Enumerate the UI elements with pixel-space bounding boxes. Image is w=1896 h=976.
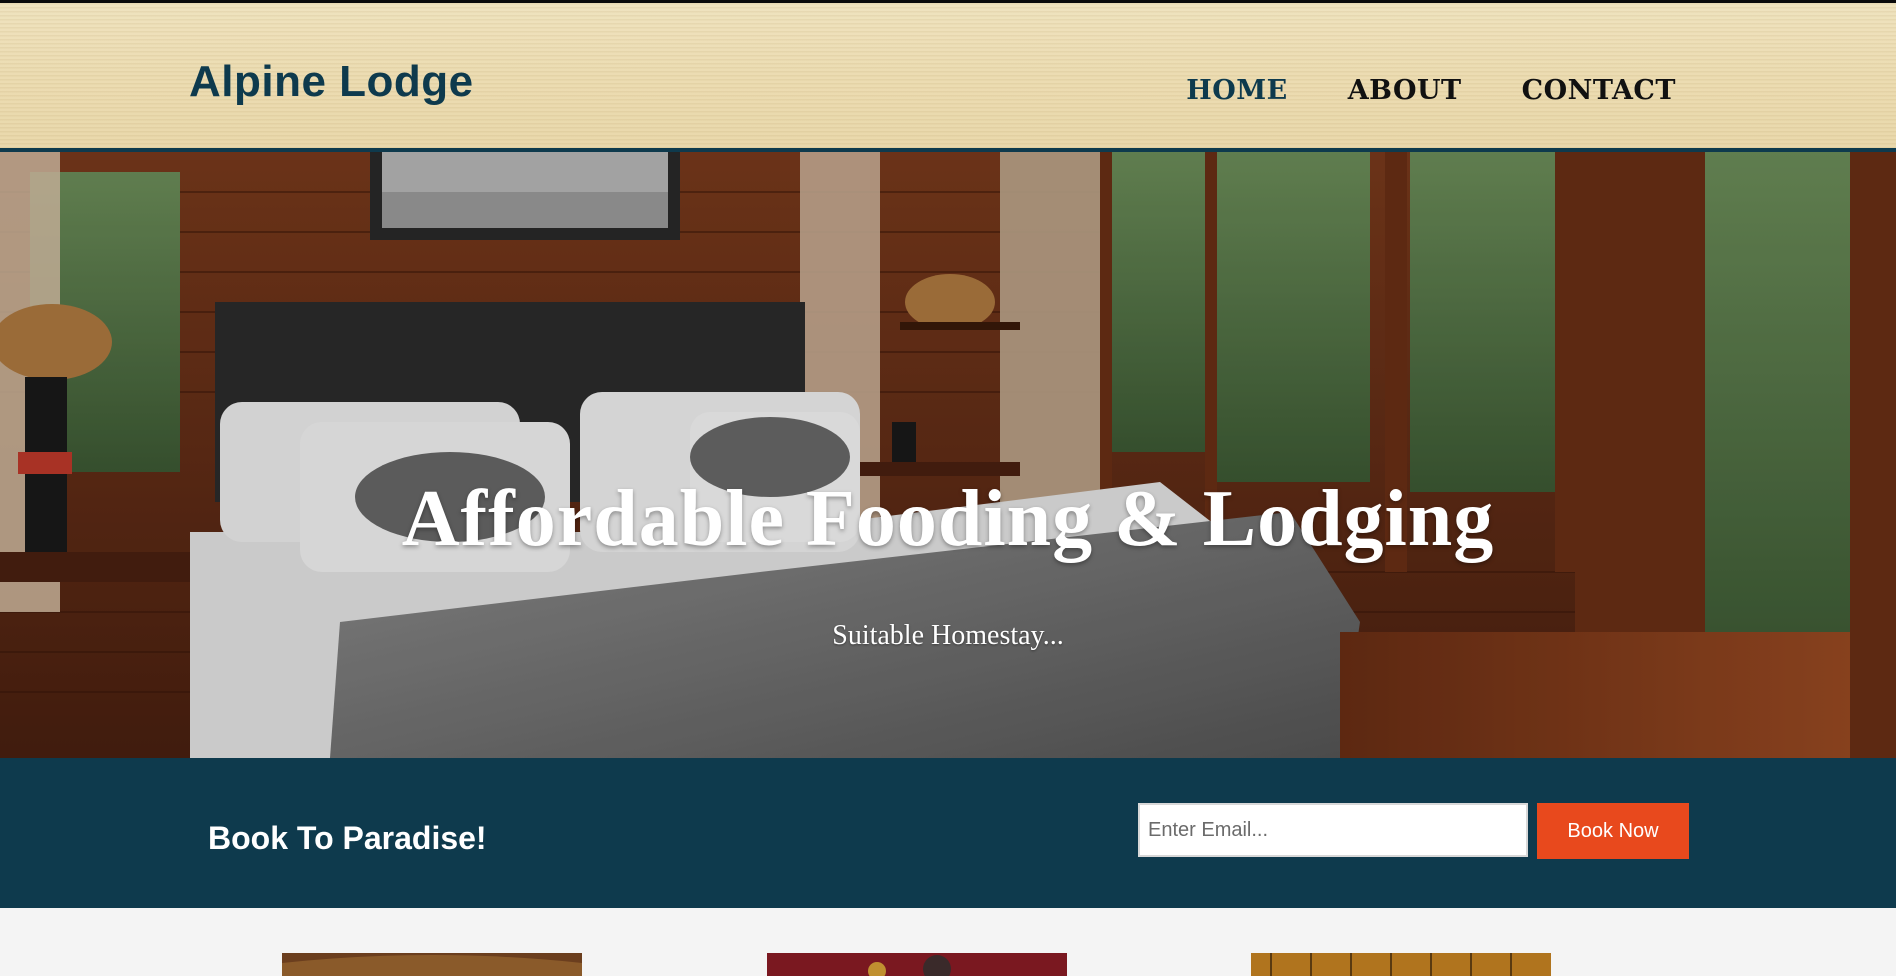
main-nav: HOME ABOUT CONTACT — [1186, 75, 1676, 106]
site-header: Alpine Lodge HOME ABOUT CONTACT — [0, 0, 1896, 152]
box-image-3 — [1251, 953, 1551, 976]
hero-showcase: Affordable Fooding & Lodging Suitable Ho… — [0, 152, 1896, 758]
site-logo[interactable]: Alpine Lodge — [189, 57, 474, 107]
hero-background-image — [0, 152, 1896, 758]
email-input[interactable] — [1138, 803, 1528, 857]
book-now-button[interactable]: Book Now — [1537, 803, 1689, 859]
booking-title: Book To Paradise! — [208, 820, 487, 856]
box-image-1 — [282, 953, 582, 976]
box-image-2 — [767, 953, 1067, 976]
nav-home-link[interactable]: HOME — [1186, 75, 1288, 106]
nav-contact-link[interactable]: CONTACT — [1522, 75, 1676, 106]
hero-subtitle: Suitable Homestay... — [832, 620, 1064, 651]
feature-boxes — [0, 908, 1896, 976]
hero-title: Affordable Fooding & Lodging — [401, 475, 1495, 563]
nav-about-link[interactable]: ABOUT — [1348, 75, 1462, 106]
booking-section: Book To Paradise! Book Now — [0, 758, 1896, 908]
